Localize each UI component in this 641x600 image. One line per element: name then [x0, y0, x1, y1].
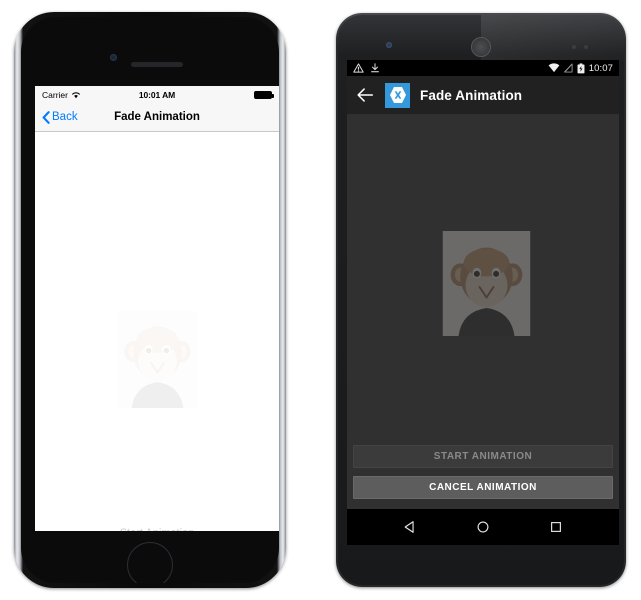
- chevron-left-icon: [42, 110, 50, 124]
- nav-back-triangle-icon: [404, 521, 414, 533]
- ios-status-right: [254, 90, 274, 99]
- monkey-illustration: [117, 311, 198, 408]
- ios-device-frame: Carrier 10:01 AM Back Fade Animation: [14, 12, 286, 588]
- android-clock: 10:07: [588, 62, 613, 74]
- ios-device-body: Carrier 10:01 AM Back Fade Animation: [21, 17, 279, 583]
- start-animation-label: Start Animation: [120, 527, 195, 531]
- android-status-right: 10:07: [548, 63, 613, 74]
- nav-recents-square-icon: [551, 522, 562, 532]
- android-content-area: START ANIMATION CANCEL ANIMATION: [347, 114, 619, 509]
- android-action-bar: Fade Animation: [347, 76, 619, 114]
- nav-back-button[interactable]: [399, 516, 421, 538]
- arrow-left-icon[interactable]: [355, 85, 375, 105]
- back-button-label: Back: [52, 111, 78, 123]
- ios-status-bar: Carrier 10:01 AM: [35, 86, 279, 103]
- wifi-icon: [548, 63, 560, 73]
- cancel-animation-button[interactable]: CANCEL ANIMATION: [353, 476, 613, 499]
- android-device-frame: 10:07 Fade Animation START ANIMATION CAN…: [336, 13, 626, 587]
- ios-screen: Carrier 10:01 AM Back Fade Animation: [35, 86, 279, 531]
- home-button[interactable]: [127, 542, 173, 583]
- nav-home-button[interactable]: [472, 516, 494, 538]
- monkey-image: [442, 231, 531, 336]
- no-signal-icon: [563, 63, 573, 73]
- download-icon: [371, 63, 379, 73]
- android-status-bar: 10:07: [347, 60, 619, 76]
- start-animation-button[interactable]: Start Animation: [35, 527, 279, 531]
- warning-triangle-icon: [353, 63, 364, 73]
- earpiece-speaker: [471, 37, 491, 57]
- monkey-image: [117, 311, 198, 408]
- back-button[interactable]: Back: [42, 110, 78, 124]
- front-camera-icon: [110, 54, 117, 61]
- ios-nav-bar: Back Fade Animation: [35, 103, 279, 132]
- android-status-left: [353, 63, 380, 73]
- front-camera-icon: [386, 42, 392, 48]
- light-sensor: [584, 45, 588, 49]
- android-page-title: Fade Animation: [420, 87, 523, 103]
- start-animation-label: START ANIMATION: [433, 451, 533, 462]
- monkey-illustration: [442, 231, 531, 336]
- earpiece-speaker: [131, 62, 183, 67]
- ios-clock: 10:01 AM: [138, 89, 176, 100]
- cancel-animation-label: CANCEL ANIMATION: [429, 482, 537, 493]
- nav-recents-button[interactable]: [545, 516, 567, 538]
- start-animation-button[interactable]: START ANIMATION: [353, 445, 613, 468]
- xamarin-logo-icon: [385, 82, 410, 108]
- battery-full-icon: [254, 90, 274, 99]
- ios-content-area: Start Animation Cancel Animation: [35, 132, 279, 531]
- android-device-body: 10:07 Fade Animation START ANIMATION CAN…: [338, 15, 624, 585]
- xamarin-hexagon-icon: [389, 87, 406, 103]
- battery-charging-icon: [577, 62, 585, 73]
- screen-glare: [481, 15, 624, 61]
- android-nav-bar: [347, 509, 619, 545]
- proximity-sensor: [572, 45, 576, 49]
- android-screen: 10:07 Fade Animation START ANIMATION CAN…: [347, 60, 619, 545]
- nav-home-circle-icon: [477, 521, 489, 533]
